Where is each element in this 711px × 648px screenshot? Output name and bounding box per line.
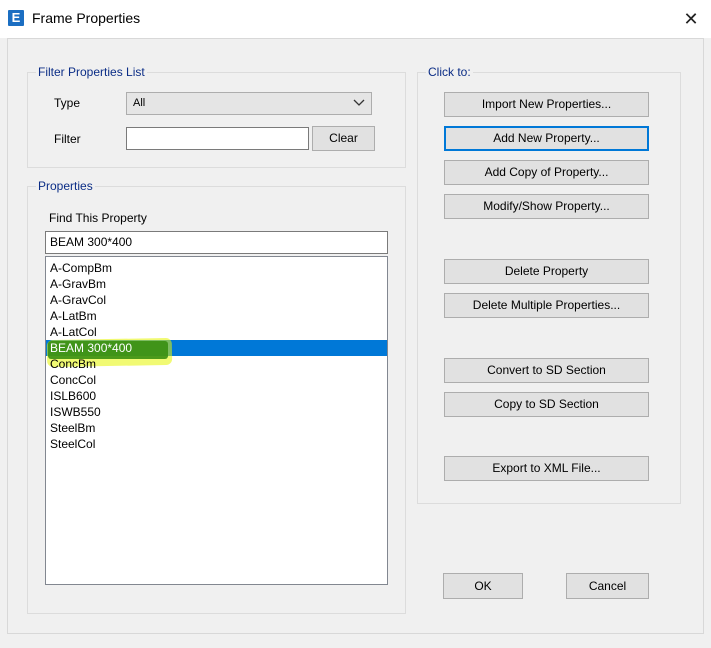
window-title: Frame Properties bbox=[32, 10, 141, 26]
list-item[interactable]: ISLB600 bbox=[50, 388, 96, 404]
convert-to-sd-section-button[interactable]: Convert to SD Section bbox=[444, 358, 649, 383]
ok-button[interactable]: OK bbox=[443, 573, 523, 599]
list-item-selected[interactable]: BEAM 300*400 bbox=[46, 340, 385, 356]
filter-group: Filter Properties List bbox=[27, 65, 406, 168]
modify-show-property-button[interactable]: Modify/Show Property... bbox=[444, 194, 649, 219]
list-item[interactable]: ISWB550 bbox=[50, 404, 101, 420]
list-item[interactable]: A-LatBm bbox=[50, 308, 97, 324]
list-item[interactable]: A-GravCol bbox=[50, 292, 106, 308]
find-property-input[interactable]: BEAM 300*400 bbox=[45, 231, 388, 254]
list-item[interactable]: ConcCol bbox=[50, 372, 96, 388]
cancel-button[interactable]: Cancel bbox=[566, 573, 649, 599]
click-to-legend: Click to: bbox=[426, 65, 473, 79]
copy-to-sd-section-button[interactable]: Copy to SD Section bbox=[444, 392, 649, 417]
list-item[interactable]: A-LatCol bbox=[50, 324, 97, 340]
filter-input[interactable] bbox=[126, 127, 309, 150]
chevron-down-icon bbox=[353, 99, 365, 106]
list-item[interactable]: SteelBm bbox=[50, 420, 95, 436]
list-item[interactable]: A-GravBm bbox=[50, 276, 106, 292]
clear-button[interactable]: Clear bbox=[312, 126, 375, 151]
import-new-properties-button[interactable]: Import New Properties... bbox=[444, 92, 649, 117]
type-select[interactable]: All bbox=[126, 92, 372, 115]
properties-group-legend: Properties bbox=[36, 179, 95, 193]
export-to-xml-file-button[interactable]: Export to XML File... bbox=[444, 456, 649, 481]
find-property-label: Find This Property bbox=[49, 211, 147, 225]
list-item[interactable]: A-CompBm bbox=[50, 260, 112, 276]
type-label: Type bbox=[54, 96, 81, 110]
app-icon: E bbox=[8, 10, 24, 26]
property-list[interactable]: A-CompBm A-GravBm A-GravCol A-LatBm A-La… bbox=[45, 256, 388, 585]
filter-group-legend: Filter Properties List bbox=[36, 65, 147, 79]
delete-property-button[interactable]: Delete Property bbox=[444, 259, 649, 284]
list-item[interactable]: SteelCol bbox=[50, 436, 95, 452]
add-copy-of-property-button[interactable]: Add Copy of Property... bbox=[444, 160, 649, 185]
list-item[interactable]: ConcBm bbox=[50, 356, 96, 372]
delete-multiple-properties-button[interactable]: Delete Multiple Properties... bbox=[444, 293, 649, 318]
type-select-value: All bbox=[133, 97, 146, 109]
add-new-property-button[interactable]: Add New Property... bbox=[444, 126, 649, 151]
find-property-value: BEAM 300*400 bbox=[50, 235, 133, 249]
close-icon[interactable]: ✕ bbox=[676, 4, 706, 34]
filter-label: Filter bbox=[54, 132, 81, 146]
